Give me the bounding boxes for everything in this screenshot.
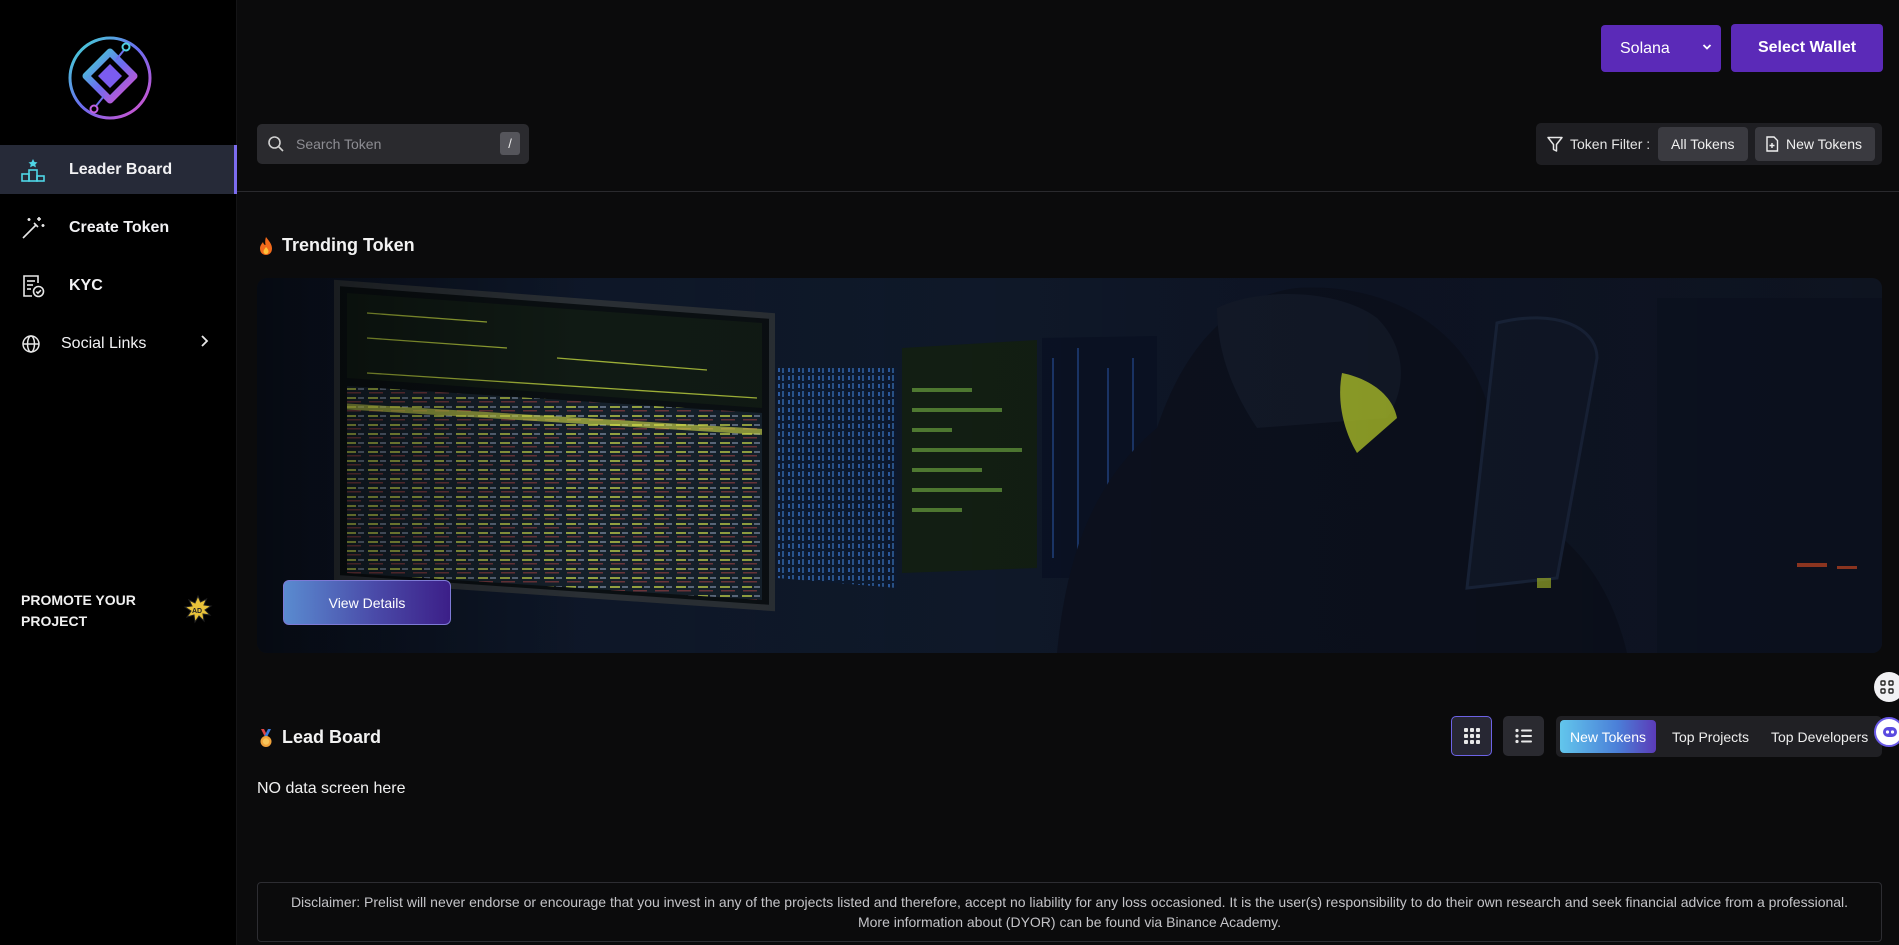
search-input[interactable] — [296, 136, 496, 152]
filter-new-tokens[interactable]: New Tokens — [1755, 127, 1876, 161]
view-details-button[interactable]: View Details — [283, 580, 451, 625]
leaderboard-icon — [19, 156, 47, 184]
hacker-scene-image — [257, 278, 1882, 653]
command-widget-button[interactable] — [1874, 672, 1899, 702]
sidebar-item-label: Leader Board — [69, 160, 173, 178]
sidebar-item-leader-board[interactable]: Leader Board — [0, 145, 237, 194]
chain-select-value: Solana — [1620, 39, 1670, 57]
search-shortcut-key: / — [500, 132, 520, 155]
sidebar-item-create-token[interactable]: Create Token — [0, 203, 237, 252]
search-bar: / — [257, 124, 529, 164]
token-filter: Token Filter : All Tokens New Tokens — [1536, 123, 1882, 165]
magic-wand-icon — [19, 214, 47, 242]
token-filter-label: Token Filter : — [1570, 136, 1651, 152]
sidebar-item-label: Social Links — [61, 334, 147, 352]
empty-state-text: NO data screen here — [257, 780, 406, 797]
list-view-button[interactable] — [1503, 716, 1544, 756]
chain-select[interactable]: Solana — [1601, 25, 1721, 72]
fire-icon — [260, 236, 272, 255]
lead-board-title: Lead Board — [282, 727, 382, 747]
filter-all-tokens[interactable]: All Tokens — [1658, 127, 1748, 161]
tab-new-tokens[interactable]: New Tokens — [1560, 720, 1657, 753]
header-divider — [237, 191, 1899, 192]
grid-icon — [1463, 728, 1480, 744]
medal-icon — [260, 728, 272, 747]
sidebar: Leader Board Create Token KYC Social Lin… — [0, 0, 237, 945]
trending-banner[interactable]: View Details — [257, 278, 1882, 653]
robot-face-icon — [1883, 727, 1897, 737]
logo[interactable] — [66, 30, 154, 126]
select-wallet-button[interactable]: Select Wallet — [1731, 24, 1883, 72]
lead-board-heading: Lead Board — [257, 727, 381, 748]
filter-new-tokens-label: New Tokens — [1786, 136, 1863, 152]
promote-project-link[interactable]: PROMOTE YOUR PROJECT — [21, 590, 171, 632]
chat-assistant-button[interactable] — [1874, 717, 1899, 747]
disclaimer: Disclaimer: Prelist will never endorse o… — [257, 882, 1882, 942]
svg-text:AD: AD — [192, 608, 202, 615]
grid-view-button[interactable] — [1451, 716, 1492, 756]
kyc-document-icon — [19, 272, 47, 300]
trending-token-heading: Trending Token — [257, 235, 415, 256]
search-icon — [268, 136, 284, 152]
leaderboard-tabs: New Tokens Top Projects Top Developers — [1556, 716, 1882, 757]
sidebar-item-label: Create Token — [69, 218, 170, 236]
tab-top-projects[interactable]: Top Projects — [1662, 720, 1759, 753]
megaphone-icon: AD — [183, 594, 213, 624]
new-document-icon — [1766, 136, 1779, 152]
command-icon — [1880, 680, 1894, 694]
sidebar-item-kyc[interactable]: KYC — [0, 261, 237, 310]
trending-token-title: Trending Token — [282, 235, 415, 255]
tab-top-developers[interactable]: Top Developers — [1761, 720, 1878, 753]
chevron-down-icon — [1702, 44, 1712, 50]
list-icon — [1514, 728, 1532, 744]
globe-icon — [17, 330, 45, 358]
filter-icon — [1547, 136, 1563, 152]
chevron-right-icon — [201, 335, 209, 347]
sidebar-item-social-links[interactable]: Social Links — [0, 319, 237, 368]
sidebar-item-label: KYC — [69, 276, 103, 294]
